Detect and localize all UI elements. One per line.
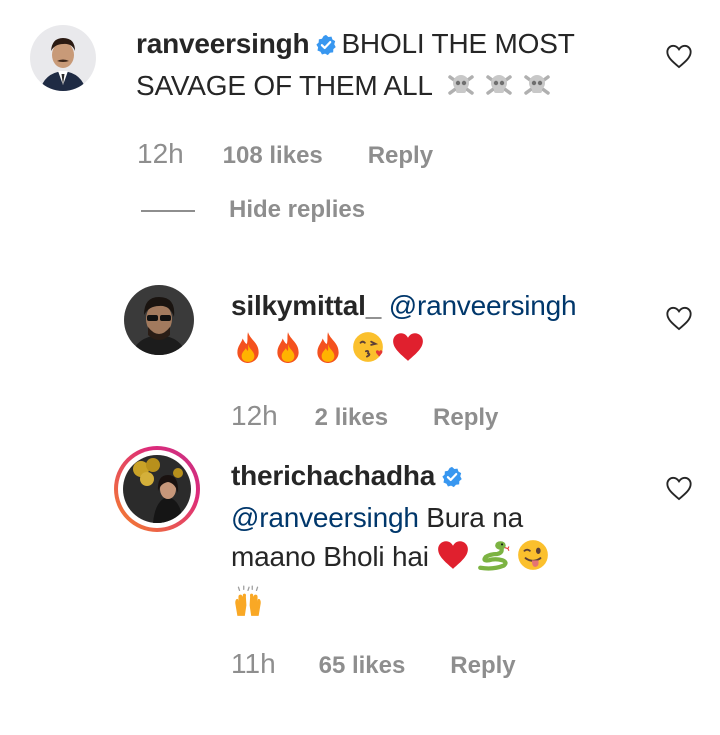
winking-face-with-tongue-icon (516, 538, 550, 582)
reply-button[interactable]: Reply (368, 142, 433, 169)
avatar-image-icon (30, 25, 96, 91)
fire-icon (231, 330, 265, 374)
comment-text: Bura na (426, 502, 523, 533)
comment-text-block: silkymittal_ @ranveersingh (231, 286, 651, 374)
timestamp: 12h (137, 138, 184, 169)
comment-text: maano Bholi hai (231, 541, 429, 572)
fire-icon (271, 330, 305, 374)
hide-replies-button[interactable]: Hide replies (141, 196, 365, 224)
comment-text: BHOLI THE MOST (341, 28, 575, 59)
avatar-story-ring[interactable] (114, 446, 200, 532)
heart-like-icon[interactable] (665, 305, 693, 331)
avatar[interactable] (30, 25, 96, 91)
skull-crossbones-icon (483, 69, 515, 111)
likes-count[interactable]: 2 likes (315, 404, 388, 431)
fire-icon (311, 330, 345, 374)
verified-badge-icon (315, 27, 337, 66)
likes-count[interactable]: 108 likes (223, 142, 323, 169)
comment-text-block: ranveersingh BHOLI THE MOST SAVAGE OF THE… (136, 24, 656, 111)
username[interactable]: ranveersingh (136, 28, 310, 59)
avatar-image-icon (124, 285, 194, 355)
username[interactable]: therichachadha (231, 460, 435, 491)
red-heart-icon (436, 538, 470, 582)
skull-crossbones-icon (445, 69, 477, 111)
hide-replies-label: Hide replies (229, 196, 366, 223)
reply-button[interactable]: Reply (433, 404, 498, 431)
comment-meta: 12h 108 likes Reply (137, 138, 433, 170)
timestamp: 12h (231, 400, 278, 431)
verified-badge-icon (441, 459, 463, 498)
comment-meta: 12h 2 likes Reply (231, 400, 498, 432)
mention-link[interactable]: @ranveersingh (389, 290, 577, 321)
raising-hands-icon (231, 584, 265, 628)
heart-like-icon[interactable] (665, 43, 693, 69)
avatar[interactable] (124, 285, 194, 355)
snake-icon (476, 538, 510, 582)
divider (141, 209, 195, 212)
timestamp: 11h (231, 648, 276, 679)
likes-count[interactable]: 65 likes (319, 652, 406, 679)
mention-link[interactable]: @ranveersingh (231, 502, 419, 533)
skull-crossbones-icon (521, 69, 553, 111)
comment-text: SAVAGE OF THEM ALL (136, 70, 432, 101)
heart-like-icon[interactable] (665, 475, 693, 501)
username[interactable]: silkymittal_ (231, 290, 381, 321)
comment-meta: 11h 65 likes Reply (231, 648, 516, 680)
face-blowing-kiss-icon (351, 330, 385, 374)
red-heart-icon (391, 330, 425, 374)
comment-text-block: therichachadha @ranveersingh Bura na maa… (231, 456, 651, 628)
reply-button[interactable]: Reply (450, 652, 515, 679)
avatar-image-icon (123, 455, 191, 523)
